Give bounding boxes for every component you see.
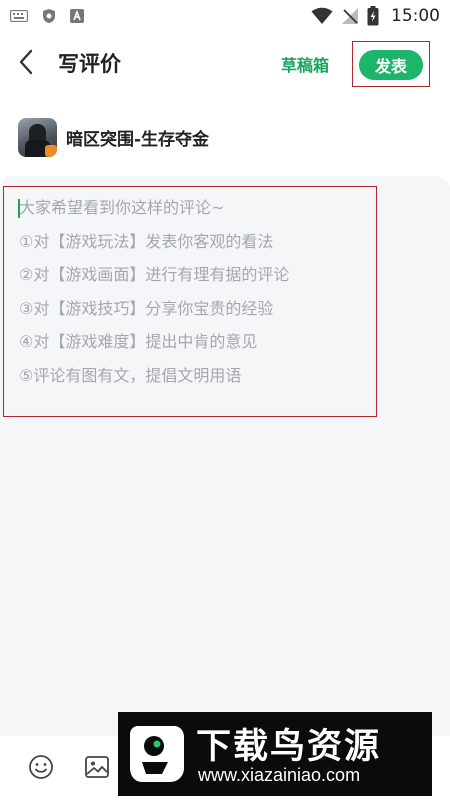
game-info: 暗区突围-生存夺金 — [18, 118, 209, 157]
image-icon — [85, 756, 109, 778]
a-box-icon — [70, 9, 84, 23]
publish-highlight: 发表 — [352, 41, 430, 87]
keyboard-icon — [10, 10, 28, 22]
app-header: 写评价 草稿箱 发表 — [0, 36, 450, 90]
bird-logo-icon — [130, 726, 184, 782]
page-title: 写评价 — [58, 52, 121, 76]
publish-button[interactable]: 发表 — [359, 50, 423, 80]
placeholder-line: ②对【游戏画面】进行有理有据的评论 — [19, 265, 290, 284]
review-placeholder: 大家希望看到你这样的评论~ ①对【游戏玩法】发表你客观的看法 ②对【游戏画面】进… — [19, 195, 289, 396]
placeholder-line: 大家希望看到你这样的评论~ — [19, 198, 225, 217]
shield-icon — [43, 9, 55, 23]
watermark-banner: 下载鸟资源 www.xiazainiao.com — [118, 712, 432, 796]
emoji-button[interactable] — [28, 754, 54, 780]
watermark-url: www.xiazainiao.com — [198, 765, 361, 785]
placeholder-line: ①对【游戏玩法】发表你客观的看法 — [19, 231, 274, 251]
game-icon — [18, 118, 57, 157]
game-name: 暗区突围-生存夺金 — [66, 130, 210, 150]
drafts-button[interactable]: 草稿箱 — [281, 52, 329, 76]
wifi-icon — [311, 7, 333, 24]
placeholder-line: ⑤评论有图有文，提倡文明用语 — [19, 365, 242, 385]
no-signal-icon — [342, 8, 358, 24]
status-bar: 15:00 — [0, 0, 450, 32]
placeholder-line: ④对【游戏难度】提出中肯的意见 — [19, 332, 258, 351]
emoji-icon — [29, 755, 53, 779]
watermark-title: 下载鸟资源 — [196, 727, 382, 767]
placeholder-line: ③对【游戏技巧】分享你宝贵的经验 — [19, 298, 274, 318]
battery-charging-icon — [367, 6, 379, 26]
clock-time: 15:00 — [391, 6, 440, 26]
chevron-left-icon — [19, 49, 33, 75]
back-button[interactable] — [12, 48, 40, 76]
image-button[interactable] — [84, 754, 110, 780]
